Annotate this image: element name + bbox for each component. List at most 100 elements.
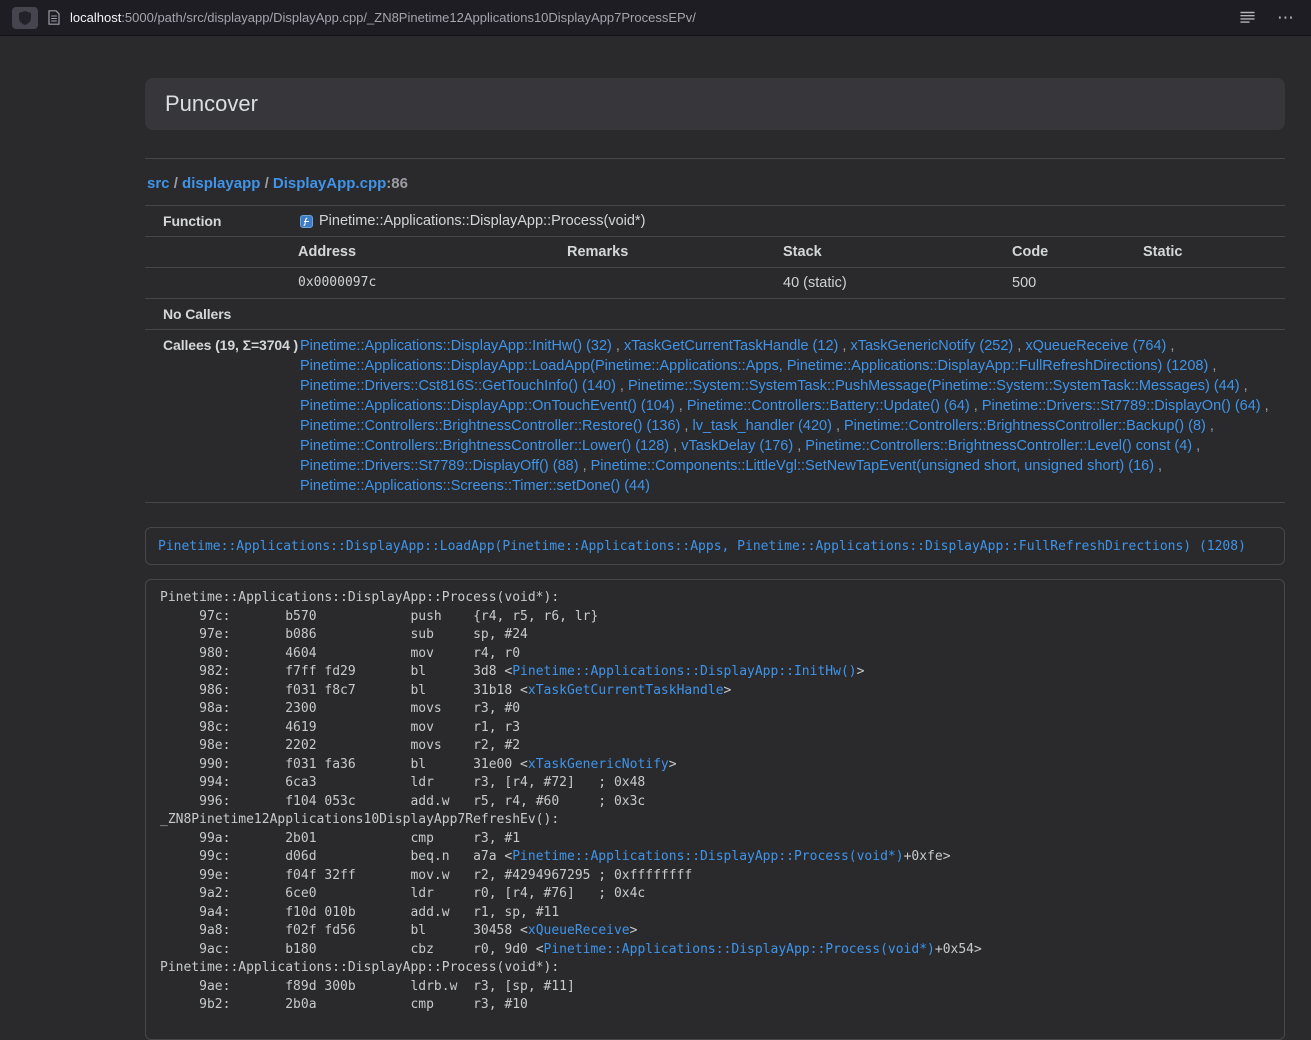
function-name-cell: Pinetime::Applications::DisplayApp::Proc… bbox=[290, 206, 1285, 236]
no-callers-empty-cell bbox=[290, 299, 1285, 329]
callees-label: Callees (19, Σ=3704 ) bbox=[145, 330, 290, 502]
disassembly-text: 9ae: f89d 300b ldrb.w r3, [sp, #11] bbox=[160, 979, 575, 994]
callee-separator: , bbox=[832, 418, 844, 434]
disassembly-line: _ZN8Pinetime12Applications10DisplayApp7R… bbox=[160, 811, 1270, 830]
url-host: localhost bbox=[70, 10, 121, 25]
function-row: Function Pinetime::Applications::Display… bbox=[145, 206, 1285, 237]
disassembly-text: 99e: f04f 32ff mov.w r2, #4294967295 ; 0… bbox=[160, 868, 692, 883]
callee-highlight-panel: Pinetime::Applications::DisplayApp::Load… bbox=[145, 527, 1285, 565]
stats-header-row: Address Remarks Stack Code Static bbox=[145, 237, 1285, 268]
callee-link[interactable]: xTaskGetCurrentTaskHandle (12) bbox=[624, 338, 838, 354]
callee-link[interactable]: Pinetime::System::SystemTask::PushMessag… bbox=[628, 378, 1240, 394]
disassembly-line: 9a2: 6ce0 ldr r0, [r4, #76] ; 0x4c bbox=[160, 885, 1270, 904]
stats-value-remarks bbox=[559, 268, 775, 298]
breadcrumb-item[interactable]: src bbox=[147, 175, 170, 192]
disassembly-text: > bbox=[857, 664, 865, 679]
reader-view-icon[interactable] bbox=[1240, 11, 1255, 24]
disassembly-line: 9ac: b180 cbz r0, 9d0 <Pinetime::Applica… bbox=[160, 941, 1270, 960]
disassembly-text: 9a8: f02f fd56 bl 30458 < bbox=[160, 923, 528, 938]
disassembly-line: 97c: b570 push {r4, r5, r6, lr} bbox=[160, 608, 1270, 627]
highlighted-callee-link[interactable]: Pinetime::Applications::DisplayApp::Load… bbox=[158, 539, 1246, 554]
stats-value-static bbox=[1135, 268, 1285, 298]
callee-link[interactable]: Pinetime::Applications::DisplayApp::Load… bbox=[300, 358, 1208, 374]
spacer-cell bbox=[145, 237, 290, 267]
url-bar[interactable]: localhost:5000/path/src/displayapp/Displ… bbox=[70, 10, 696, 25]
callee-link[interactable]: Pinetime::Controllers::BrightnessControl… bbox=[844, 418, 1206, 434]
more-tools-icon[interactable]: ⋯ bbox=[1277, 9, 1295, 26]
callee-link[interactable]: xTaskGenericNotify (252) bbox=[850, 338, 1013, 354]
breadcrumb-separator: / bbox=[170, 175, 183, 192]
callee-link[interactable]: Pinetime::Drivers::Cst816S::GetTouchInfo… bbox=[300, 378, 616, 394]
code-symbol-link[interactable]: Pinetime::Applications::DisplayApp::Init… bbox=[512, 664, 856, 679]
app-header: Puncover bbox=[145, 78, 1285, 130]
callee-separator: , bbox=[675, 398, 687, 414]
stats-header-address: Address bbox=[290, 237, 559, 267]
breadcrumb-item[interactable]: displayapp bbox=[182, 175, 260, 192]
callees-row: Callees (19, Σ=3704 ) Pinetime::Applicat… bbox=[145, 330, 1285, 503]
disassembly-line: 996: f104 053c add.w r5, r4, #60 ; 0x3c bbox=[160, 793, 1270, 812]
callee-separator: , bbox=[1206, 418, 1214, 434]
disassembly-text: 9a4: f10d 010b add.w r1, sp, #11 bbox=[160, 905, 559, 920]
disassembly-line: 9b2: 2b0a cmp r3, #10 bbox=[160, 996, 1270, 1015]
disassembly-text: Pinetime::Applications::DisplayApp::Proc… bbox=[160, 590, 559, 605]
callee-link[interactable]: Pinetime::Controllers::Battery::Update()… bbox=[687, 398, 970, 414]
function-icon bbox=[300, 215, 313, 228]
code-symbol-link[interactable]: Pinetime::Applications::DisplayApp::Proc… bbox=[512, 849, 903, 864]
code-symbol-link[interactable]: xTaskGetCurrentTaskHandle bbox=[528, 683, 724, 698]
browser-toolbar: localhost:5000/path/src/displayapp/Displ… bbox=[0, 0, 1311, 36]
disassembly-line: 98e: 2202 movs r2, #2 bbox=[160, 737, 1270, 756]
callee-link[interactable]: Pinetime::Components::LittleVgl::SetNewT… bbox=[591, 458, 1154, 474]
function-name: Pinetime::Applications::DisplayApp::Proc… bbox=[319, 213, 645, 229]
callee-separator: , bbox=[1208, 358, 1216, 374]
code-symbol-link[interactable]: Pinetime::Applications::DisplayApp::Proc… bbox=[544, 942, 935, 957]
callee-separator: , bbox=[793, 438, 805, 454]
disassembly-text: 9b2: 2b0a cmp r3, #10 bbox=[160, 997, 528, 1012]
disassembly-text: +0x54> bbox=[935, 942, 982, 957]
disassembly-text: > bbox=[669, 757, 677, 772]
callee-link[interactable]: Pinetime::Controllers::BrightnessControl… bbox=[805, 438, 1192, 454]
callee-link[interactable]: Pinetime::Controllers::BrightnessControl… bbox=[300, 418, 680, 434]
callee-separator: , bbox=[1154, 458, 1162, 474]
header-divider bbox=[145, 158, 1285, 159]
disassembly-block: Pinetime::Applications::DisplayApp::Proc… bbox=[145, 579, 1285, 1040]
disassembly-line: 99a: 2b01 cmp r3, #1 bbox=[160, 830, 1270, 849]
disassembly-text: 994: 6ca3 ldr r3, [r4, #72] ; 0x48 bbox=[160, 775, 645, 790]
disassembly-text: 97c: b570 push {r4, r5, r6, lr} bbox=[160, 609, 598, 624]
callee-link[interactable]: Pinetime::Applications::DisplayApp::OnTo… bbox=[300, 398, 675, 414]
disassembly-text: 996: f104 053c add.w r5, r4, #60 ; 0x3c bbox=[160, 794, 645, 809]
function-row-label: Function bbox=[145, 206, 290, 236]
callee-separator: , bbox=[1013, 338, 1025, 354]
spacer-cell bbox=[145, 268, 290, 298]
callee-link[interactable]: Pinetime::Drivers::St7789::DisplayOn() (… bbox=[982, 398, 1261, 414]
callee-separator: , bbox=[680, 418, 692, 434]
callee-link[interactable]: Pinetime::Applications::Screens::Timer::… bbox=[300, 478, 650, 494]
callee-link[interactable]: Pinetime::Controllers::BrightnessControl… bbox=[300, 438, 669, 454]
callee-link[interactable]: lv_task_handler (420) bbox=[692, 418, 831, 434]
disassembly-line: Pinetime::Applications::DisplayApp::Proc… bbox=[160, 589, 1270, 608]
disassembly-line: 980: 4604 mov r4, r0 bbox=[160, 645, 1270, 664]
callee-separator: , bbox=[579, 458, 591, 474]
callee-link[interactable]: xQueueReceive (764) bbox=[1025, 338, 1166, 354]
callee-separator: , bbox=[1166, 338, 1174, 354]
reader-lines-icon bbox=[1240, 11, 1255, 24]
disassembly-line: 9a8: f02f fd56 bl 30458 <xQueueReceive> bbox=[160, 922, 1270, 941]
disassembly-text: 982: f7ff fd29 bl 3d8 < bbox=[160, 664, 512, 679]
callee-link[interactable]: vTaskDelay (176) bbox=[681, 438, 793, 454]
disassembly-text: 99a: 2b01 cmp r3, #1 bbox=[160, 831, 520, 846]
breadcrumb-item[interactable]: DisplayApp.cpp bbox=[273, 175, 386, 192]
code-symbol-link[interactable]: xQueueReceive bbox=[528, 923, 630, 938]
stats-values-row: 0x0000097c 40 (static) 500 bbox=[145, 268, 1285, 299]
disassembly-text: 986: f031 f8c7 bl 31b18 < bbox=[160, 683, 528, 698]
callee-link[interactable]: Pinetime::Drivers::St7789::DisplayOff() … bbox=[300, 458, 579, 474]
disassembly-line: 98c: 4619 mov r1, r3 bbox=[160, 719, 1270, 738]
callee-link[interactable]: Pinetime::Applications::DisplayApp::Init… bbox=[300, 338, 612, 354]
disassembly-line: 994: 6ca3 ldr r3, [r4, #72] ; 0x48 bbox=[160, 774, 1270, 793]
disassembly-text: Pinetime::Applications::DisplayApp::Proc… bbox=[160, 960, 559, 975]
app-title: Puncover bbox=[165, 90, 1265, 118]
tracking-protection-icon[interactable] bbox=[12, 7, 38, 29]
disassembly-text: > bbox=[724, 683, 732, 698]
page-info-icon[interactable] bbox=[48, 10, 60, 25]
callee-separator: , bbox=[616, 378, 628, 394]
no-callers-row: No Callers bbox=[145, 299, 1285, 330]
code-symbol-link[interactable]: xTaskGenericNotify bbox=[528, 757, 669, 772]
